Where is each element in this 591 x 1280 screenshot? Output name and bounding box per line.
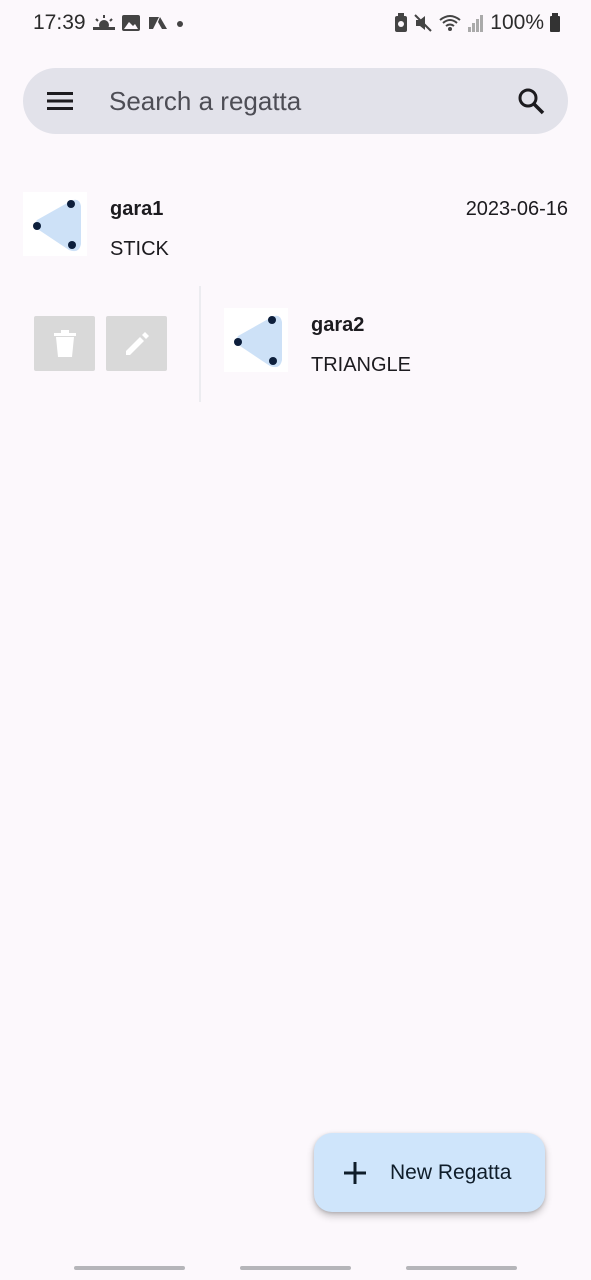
- mute-icon: [413, 13, 433, 33]
- regatta-list-item[interactable]: gara2 TRIANGLE: [201, 286, 591, 402]
- regatta-course-type: TRIANGLE: [311, 354, 412, 376]
- nav-back-pill[interactable]: [406, 1266, 517, 1270]
- status-bar: 17:39 100%: [0, 0, 591, 48]
- signal-icon: [467, 13, 485, 33]
- course-triangle-icon: [33, 199, 81, 252]
- menu-icon: [47, 92, 73, 110]
- battery-icon: [549, 13, 561, 33]
- dot-icon: [175, 14, 185, 32]
- nav-recents-pill[interactable]: [74, 1266, 185, 1270]
- search-button[interactable]: [516, 86, 546, 116]
- search-bar: [23, 68, 568, 134]
- plus-icon: [344, 1162, 366, 1184]
- course-triangle-icon: [234, 315, 282, 368]
- regatta-date: 2023-06-16: [465, 198, 568, 220]
- regatta-thumbnail: [224, 308, 288, 372]
- nav-home-pill[interactable]: [240, 1266, 351, 1270]
- lock-battery-icon: [394, 13, 408, 33]
- regatta-course-type: STICK: [110, 238, 169, 260]
- new-regatta-label: New Regatta: [390, 1161, 512, 1184]
- battery-percent: 100%: [490, 11, 544, 34]
- regatta-thumbnail: [23, 192, 87, 256]
- search-input[interactable]: [109, 82, 489, 120]
- regatta-name: gara2: [311, 314, 365, 336]
- search-icon: [518, 88, 545, 115]
- weather-icon: [93, 14, 115, 32]
- delete-button[interactable]: [34, 316, 95, 371]
- image-icon: [121, 14, 141, 32]
- new-regatta-button[interactable]: New Regatta: [314, 1133, 545, 1212]
- pencil-icon: [125, 331, 149, 355]
- status-right-icons: 100%: [394, 11, 561, 35]
- status-time: 17:39: [33, 11, 86, 34]
- wifi-icon: [438, 13, 462, 33]
- edit-button[interactable]: [106, 316, 167, 371]
- regatta-list-item[interactable]: gara1 STICK 2023-06-16: [0, 170, 591, 286]
- app-icon: [147, 14, 169, 32]
- trash-icon: [53, 329, 76, 357]
- menu-button[interactable]: [45, 86, 75, 116]
- regatta-name: gara1: [110, 198, 164, 220]
- swipe-actions: [0, 286, 200, 402]
- status-left-icons: [93, 11, 185, 35]
